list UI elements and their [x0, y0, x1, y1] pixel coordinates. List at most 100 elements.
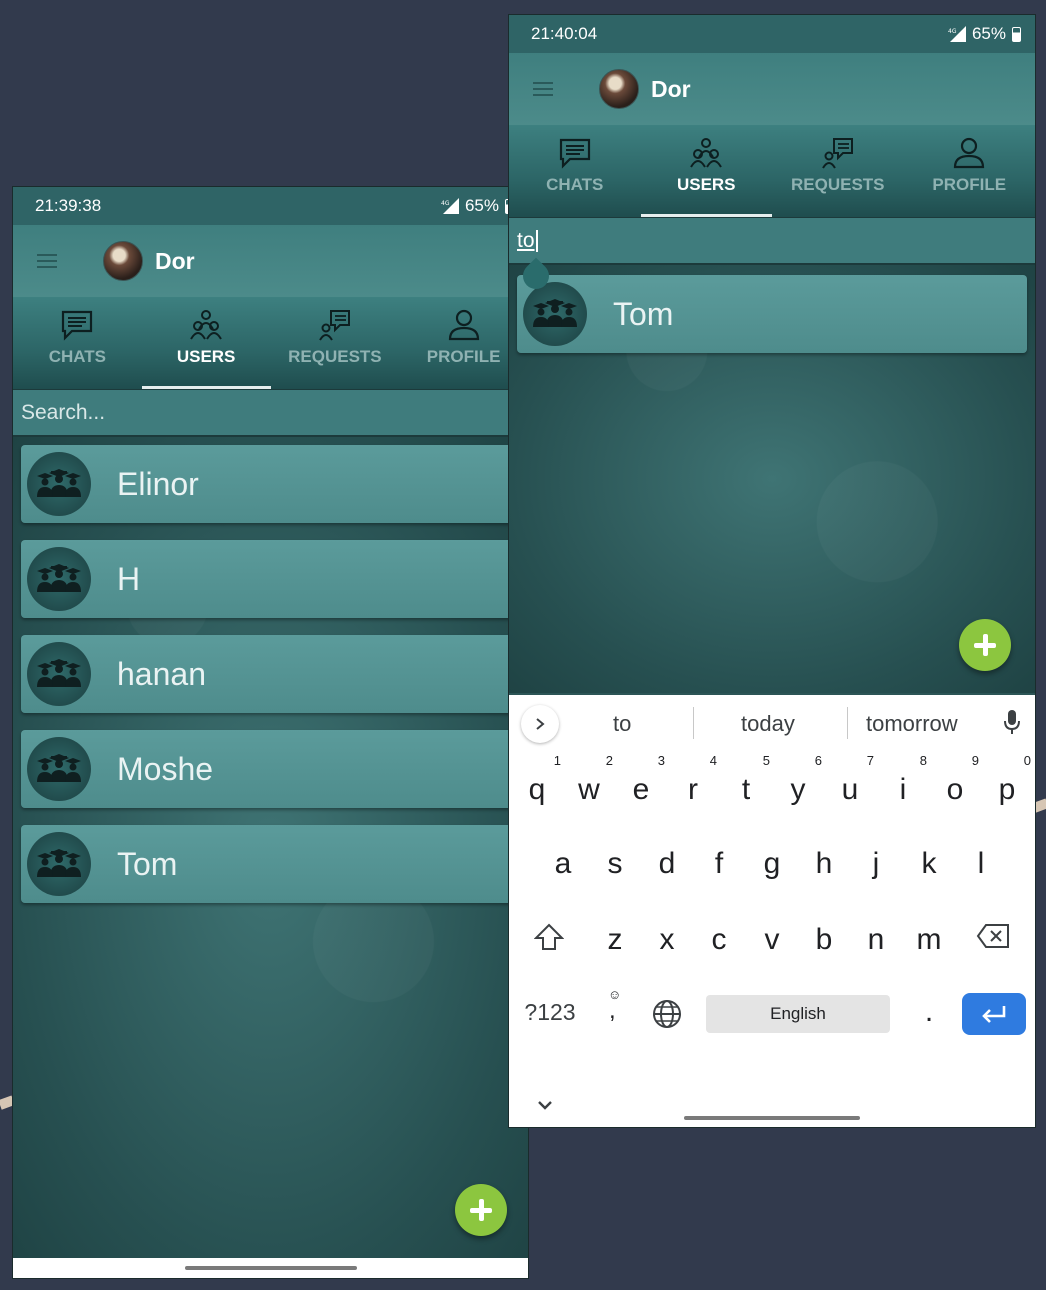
users-list: Elinor H hanan Moshe Tom	[13, 437, 528, 1278]
suggestion-3[interactable]: tomorrow	[866, 711, 958, 737]
key-f[interactable]: f	[699, 847, 739, 881]
shift-icon	[533, 923, 565, 950]
key-s[interactable]: s	[595, 847, 635, 881]
symbols-key[interactable]: ?123	[521, 999, 579, 1026]
period-key[interactable]: .	[909, 995, 949, 1029]
user-name: Elinor	[117, 465, 199, 502]
list-item[interactable]: Tom	[517, 275, 1027, 353]
on-screen-keyboard: to today tomorrow q1 w2 e3 r4 t5 y6 u7 i…	[509, 695, 1035, 1127]
tab-chats[interactable]: CHATS	[509, 125, 641, 217]
key-z[interactable]: z	[595, 923, 635, 957]
key-k[interactable]: k	[909, 847, 949, 881]
key-r[interactable]: r4	[673, 753, 717, 807]
language-key[interactable]	[647, 999, 687, 1037]
home-gesture-handle[interactable]	[184, 1266, 357, 1270]
key-i[interactable]: i8	[883, 753, 927, 807]
users-icon	[690, 138, 723, 168]
tab-label: USERS	[176, 347, 236, 366]
tab-profile[interactable]: PROFILE	[904, 125, 1036, 217]
suggestion-2[interactable]: today	[741, 711, 795, 737]
search-placeholder: Search...	[21, 400, 106, 424]
tab-users[interactable]: USERS	[640, 125, 773, 217]
battery-percent: 65%	[464, 196, 499, 215]
user-name: Tom	[613, 295, 674, 332]
chat-icon	[559, 138, 590, 169]
add-button[interactable]	[959, 619, 1011, 671]
tab-label: PROFILE	[932, 175, 1007, 194]
space-label: English	[770, 1004, 826, 1023]
backspace-icon	[976, 924, 1009, 948]
key-q[interactable]: q1	[517, 753, 561, 807]
battery-percent: 65%	[971, 24, 1006, 43]
tab-requests[interactable]: REQUESTS	[772, 125, 904, 217]
tab-label: CHATS	[48, 347, 107, 366]
key-j[interactable]: j	[856, 847, 896, 881]
navigation-bar	[13, 1258, 528, 1278]
tab-chats[interactable]: CHATS	[13, 297, 142, 389]
app-title: Dor	[651, 75, 691, 102]
keyboard-row-1: q1 w2 e3 r4 t5 y6 u7 i8 o9 p0	[509, 753, 1035, 813]
user-avatar[interactable]	[103, 241, 143, 281]
key-u[interactable]: u7	[830, 753, 874, 807]
signal-4g-icon: 4G	[437, 198, 459, 214]
search-input[interactable]: Search...	[13, 389, 528, 437]
phone-screen-users-list: 21:39:38 4G 65% Dor CHATS USERS REQUESTS	[12, 186, 529, 1279]
key-t[interactable]: t5	[726, 753, 770, 807]
home-gesture-handle[interactable]	[684, 1116, 860, 1120]
key-p[interactable]: p0	[987, 753, 1031, 807]
key-g[interactable]: g	[752, 847, 792, 881]
key-e[interactable]: e3	[621, 753, 665, 807]
svg-text:4G: 4G	[441, 200, 450, 207]
key-c[interactable]: c	[699, 923, 739, 957]
text-cursor	[535, 229, 538, 252]
users-list: Tom	[509, 265, 1035, 693]
hide-keyboard-button[interactable]	[525, 1085, 565, 1119]
list-item[interactable]: Elinor	[21, 445, 528, 523]
status-time: 21:39:38	[35, 196, 102, 215]
key-o[interactable]: o9	[935, 753, 979, 807]
app-bar: Dor	[13, 225, 528, 297]
enter-icon	[982, 1006, 1006, 1023]
list-item[interactable]: H	[21, 540, 528, 618]
user-avatar[interactable]	[599, 69, 639, 109]
key-a[interactable]: a	[543, 847, 583, 881]
microphone-icon[interactable]	[1003, 709, 1021, 735]
chevron-down-icon	[538, 1101, 552, 1110]
shift-key[interactable]	[529, 923, 569, 959]
app-title: Dor	[155, 247, 195, 274]
list-item[interactable]: hanan	[21, 635, 528, 713]
backspace-key[interactable]	[973, 923, 1013, 957]
add-button[interactable]	[455, 1184, 507, 1236]
key-n[interactable]: n	[856, 923, 896, 957]
tab-users[interactable]: USERS	[141, 297, 271, 389]
status-bar: 21:40:04 4G 65%	[509, 15, 1035, 53]
group-avatar-icon	[27, 642, 91, 706]
hamburger-menu-icon[interactable]	[533, 82, 553, 96]
key-d[interactable]: d	[647, 847, 687, 881]
hamburger-menu-icon[interactable]	[37, 254, 57, 268]
keyboard-row-3: z x c v b n m	[509, 923, 1035, 963]
key-w[interactable]: w2	[569, 753, 613, 807]
key-b[interactable]: b	[804, 923, 844, 957]
list-item[interactable]: Tom	[21, 825, 528, 903]
requests-icon	[319, 310, 350, 341]
key-h[interactable]: h	[804, 847, 844, 881]
key-x[interactable]: x	[647, 923, 687, 957]
suggestion-1[interactable]: to	[613, 711, 631, 737]
expand-toolbar-button[interactable]	[521, 705, 559, 743]
group-avatar-icon	[27, 737, 91, 801]
svg-text:4G: 4G	[948, 28, 957, 35]
key-m[interactable]: m	[909, 923, 949, 957]
key-l[interactable]: l	[961, 847, 1001, 881]
user-name: Tom	[117, 845, 178, 882]
list-item[interactable]: Moshe	[21, 730, 528, 808]
tab-requests[interactable]: REQUESTS	[271, 297, 400, 389]
key-y[interactable]: y6	[778, 753, 823, 807]
key-v[interactable]: v	[752, 923, 792, 957]
tab-label: REQUESTS	[790, 175, 885, 194]
enter-key[interactable]	[962, 993, 1026, 1035]
group-avatar-icon	[523, 282, 587, 346]
tab-label: REQUESTS	[288, 347, 382, 366]
search-input[interactable]: to	[509, 217, 1035, 265]
space-key[interactable]: English	[706, 995, 890, 1033]
